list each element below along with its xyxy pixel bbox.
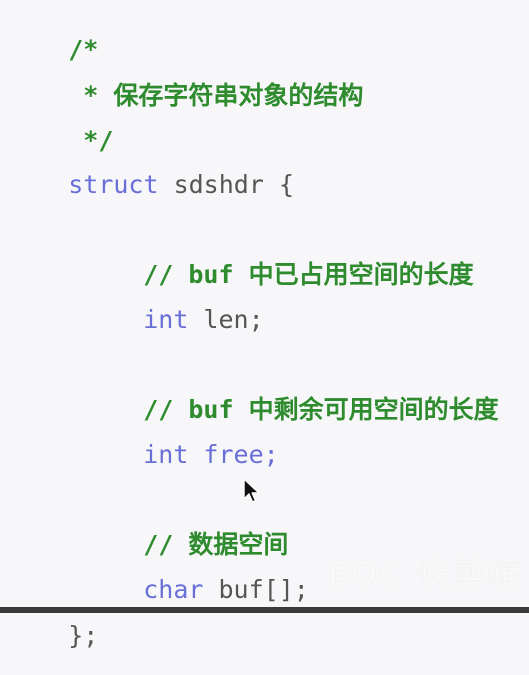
struct-close-text: }; bbox=[68, 621, 99, 650]
mouse-pointer-icon bbox=[242, 478, 262, 504]
comment-text: 保存字符串对象的结构 bbox=[113, 81, 364, 110]
buf-field: char buf[]; bbox=[83, 552, 309, 627]
struct-declaration: struct sdshdr { bbox=[8, 147, 294, 222]
free-comment-text: 中剩余可用空间的长度 bbox=[248, 395, 499, 424]
len-comment-text: 中已占用空间的长度 bbox=[248, 260, 474, 289]
struct-keyword: struct bbox=[68, 170, 159, 199]
len-field: int len; bbox=[83, 282, 264, 357]
struct-name: sdshdr { bbox=[158, 170, 294, 199]
bottom-edge bbox=[0, 607, 529, 613]
len-name: len; bbox=[188, 305, 264, 334]
video-watermark: EOC 快剪辑 bbox=[328, 555, 523, 593]
len-type: int bbox=[143, 305, 189, 334]
code-editor: /* * 保存字符串对象的结构 */ struct sdshdr { // bu… bbox=[0, 0, 529, 648]
buf-type: char bbox=[143, 575, 204, 604]
free-name: free; bbox=[188, 440, 279, 469]
free-type: int bbox=[143, 440, 189, 469]
buf-name: buf[]; bbox=[203, 575, 309, 604]
